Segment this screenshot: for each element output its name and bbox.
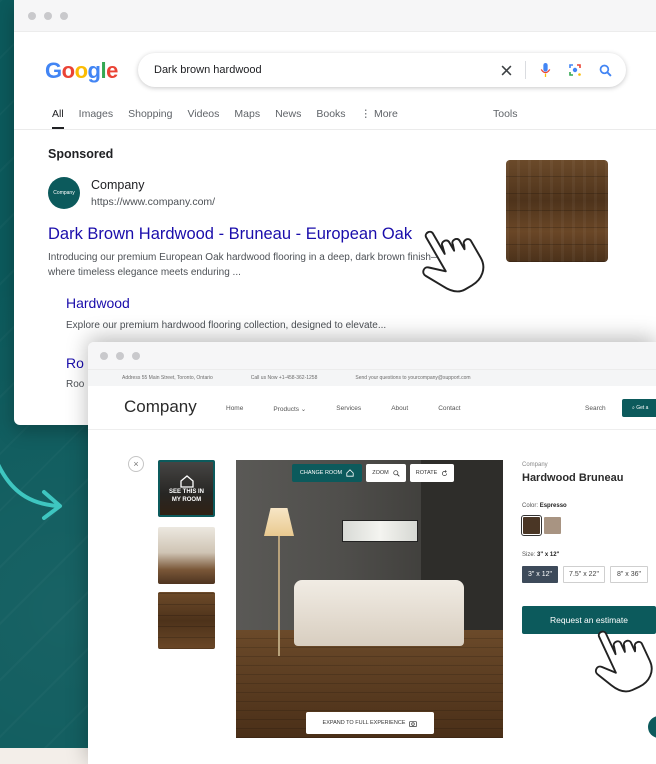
tab-books[interactable]: Books <box>316 108 345 129</box>
logo-letter: G <box>45 58 62 83</box>
window-minimize-dot[interactable] <box>44 11 52 20</box>
size-label-text: Size: <box>522 552 536 558</box>
expand-label: EXPAND TO FULL EXPERIENCE <box>322 720 406 726</box>
thumbnail-room[interactable]: SEE THIS IN MY ROOM <box>158 460 215 517</box>
site-nav: Company Home Products ⌄ Services About C… <box>88 386 656 430</box>
get-quote-button[interactable]: ⌕ Get a <box>622 399 656 417</box>
see-in-room-overlay: SEE THIS IN MY ROOM <box>160 462 213 515</box>
thumbnail-dining[interactable] <box>158 527 215 584</box>
phone-text[interactable]: Call us Now +1-458-362-1258 <box>251 375 318 381</box>
expand-full-experience-button[interactable]: EXPAND TO FULL EXPERIENCE <box>306 712 434 734</box>
sitelink-hardwood[interactable]: Hardwood <box>66 295 130 311</box>
tools-button[interactable]: Tools <box>493 108 518 120</box>
logo-letter: o <box>61 58 75 83</box>
window-minimize-dot[interactable] <box>116 351 124 360</box>
search-icon[interactable] <box>594 59 616 81</box>
nav-search[interactable]: Search <box>585 405 606 412</box>
arrow-icon <box>0 463 62 520</box>
size-label: Size: 3" x 12" <box>522 552 559 558</box>
swatch-light[interactable] <box>544 517 561 534</box>
sitelink-description: Explore our premium hardwood flooring co… <box>66 320 387 331</box>
search-input[interactable]: Dark brown hardwood <box>154 64 487 76</box>
change-room-button[interactable]: CHANGE ROOM <box>292 464 362 482</box>
change-room-label: CHANGE ROOM <box>299 470 343 476</box>
window-maximize-dot[interactable] <box>60 11 68 20</box>
tabs-divider <box>14 129 656 130</box>
window-titlebar <box>14 0 656 32</box>
swatch-espresso[interactable] <box>521 515 542 536</box>
search-divider <box>525 61 526 79</box>
size-value: 3" x 12" <box>537 552 560 558</box>
nav-services[interactable]: Services <box>336 405 361 413</box>
color-value: Espresso <box>539 503 567 509</box>
advertiser-logo[interactable]: Company <box>48 177 80 209</box>
tab-shopping[interactable]: Shopping <box>128 108 172 129</box>
room-visualizer[interactable]: CHANGE ROOM ZOOM ROTATE EXPAND TO FULL E… <box>236 460 503 738</box>
tab-news[interactable]: News <box>275 108 301 129</box>
microphone-icon[interactable] <box>534 59 556 81</box>
search-box[interactable]: Dark brown hardwood <box>138 53 626 87</box>
background-strip <box>0 748 100 764</box>
sponsored-label: Sponsored <box>48 147 114 161</box>
camera-icon <box>409 720 418 727</box>
house-icon <box>179 474 194 488</box>
logo-letter: o <box>74 58 88 83</box>
camera-lens-icon[interactable] <box>564 59 586 81</box>
site-brand[interactable]: Company <box>124 397 197 417</box>
contact-topbar: Address 55 Main Street, Toronto, Ontario… <box>88 370 656 386</box>
search-logo[interactable]: Google <box>45 58 118 84</box>
color-label: Color: Espresso <box>522 503 567 509</box>
email-text[interactable]: Send your questions to yourcompany@suppo… <box>355 375 470 381</box>
ad-title-link[interactable]: Dark Brown Hardwood - Bruneau - European… <box>48 225 412 244</box>
house-icon <box>346 469 354 477</box>
sitelink-rooms[interactable]: Ro <box>66 355 84 371</box>
tab-more[interactable]: ⋮ More <box>361 108 398 129</box>
nav-about[interactable]: About <box>391 405 408 413</box>
zoom-label: ZOOM <box>372 470 389 476</box>
tab-images[interactable]: Images <box>79 108 113 129</box>
logo-letter: e <box>106 58 118 83</box>
see-in-room-label: SEE THIS IN MY ROOM <box>168 488 204 503</box>
address-text: Address 55 Main Street, Toronto, Ontario <box>122 375 213 381</box>
advertiser-url[interactable]: https://www.company.com/ <box>91 196 215 208</box>
sitelink-description: Roo <box>66 379 85 390</box>
nav-links: Home Products ⌄ Services About Contact <box>226 405 461 413</box>
tab-videos[interactable]: Videos <box>187 108 219 129</box>
logo-letter: g <box>87 58 101 83</box>
color-label-text: Color: <box>522 503 539 509</box>
search-tabs: All Images Shopping Videos Maps News Boo… <box>52 108 413 129</box>
close-icon[interactable]: × <box>128 456 144 472</box>
size-option-3x12[interactable]: 3" x 12" <box>522 566 558 583</box>
window-close-dot[interactable] <box>28 11 36 20</box>
wall-art <box>342 520 418 542</box>
floor-lamp <box>278 536 280 656</box>
size-option-7.5x22[interactable]: 7.5" x 22" <box>563 566 605 583</box>
zoom-icon <box>393 469 400 477</box>
nav-home[interactable]: Home <box>226 405 243 413</box>
ad-description: Introducing our premium European Oak har… <box>48 252 441 278</box>
thumbnail-wood[interactable] <box>158 592 215 649</box>
clear-icon[interactable] <box>495 59 517 81</box>
nav-contact[interactable]: Contact <box>438 405 460 413</box>
advertiser-name[interactable]: Company <box>91 178 145 192</box>
rotate-label: ROTATE <box>415 470 438 476</box>
size-option-8x36[interactable]: 8" x 36" <box>610 566 648 583</box>
pointer-hand-icon <box>594 630 653 693</box>
tab-maps[interactable]: Maps <box>234 108 260 129</box>
tab-all[interactable]: All <box>52 108 64 129</box>
rotate-button[interactable]: ROTATE <box>410 464 454 482</box>
chat-button[interactable] <box>648 716 656 738</box>
window-maximize-dot[interactable] <box>132 351 140 360</box>
zoom-button[interactable]: ZOOM <box>366 464 406 482</box>
nav-products[interactable]: Products ⌄ <box>273 405 306 413</box>
product-window: Address 55 Main Street, Toronto, Ontario… <box>88 342 656 764</box>
ad-thumbnail-image[interactable] <box>506 160 608 262</box>
window-close-dot[interactable] <box>100 351 108 360</box>
product-title: Hardwood Bruneau <box>522 472 624 484</box>
room-sofa <box>294 580 464 646</box>
window-titlebar <box>88 342 656 370</box>
rotate-icon <box>442 469 448 476</box>
pointer-hand-icon <box>422 230 485 293</box>
product-brand: Company <box>522 462 548 468</box>
